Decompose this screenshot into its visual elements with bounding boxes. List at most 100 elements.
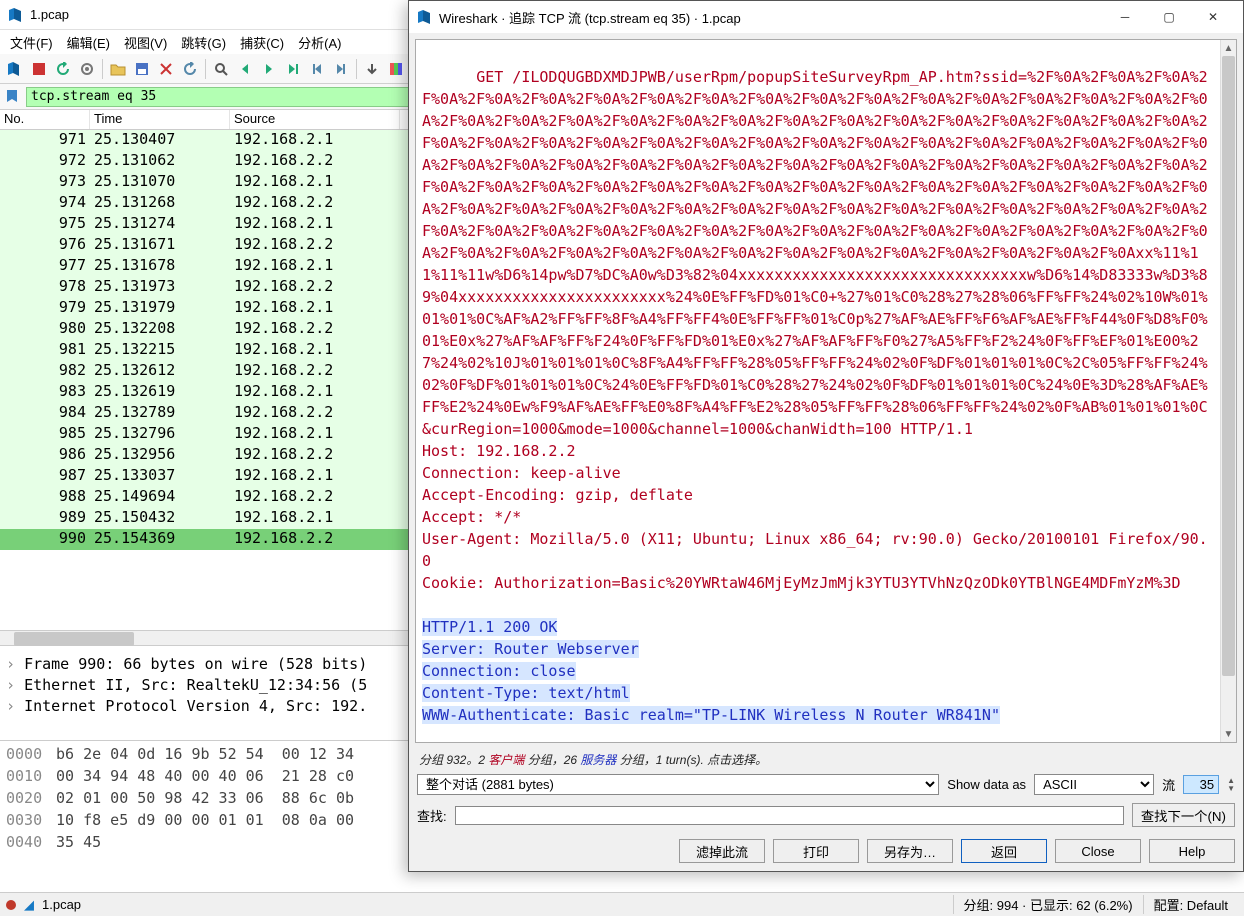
cell-source: 192.168.2.1: [230, 172, 400, 193]
cell-source: 192.168.2.2: [230, 529, 400, 550]
dialog-find-row: 查找: 查找下一个(N): [409, 799, 1243, 831]
save-file-icon[interactable]: [131, 58, 153, 80]
cell-time: 25.130407: [90, 130, 230, 151]
filter-bookmark-icon[interactable]: [4, 88, 22, 106]
cell-time: 25.132215: [90, 340, 230, 361]
capture-options-icon[interactable]: [76, 58, 98, 80]
help-button[interactable]: Help: [1149, 839, 1235, 863]
cell-source: 192.168.2.2: [230, 403, 400, 424]
cell-no: 982: [0, 361, 90, 382]
stream-stepper-icon[interactable]: ▲▼: [1227, 777, 1235, 793]
go-first-icon[interactable]: [306, 58, 328, 80]
request-text[interactable]: GET /ILODQUGBDXMDJPWB/userRpm/popupSiteS…: [422, 68, 1208, 592]
cell-source: 192.168.2.2: [230, 235, 400, 256]
menu-edit[interactable]: 编辑(E): [61, 31, 116, 54]
wireshark-fin-icon: [417, 9, 433, 25]
stats-server: 服务器: [580, 753, 616, 767]
column-header-source[interactable]: Source: [230, 110, 400, 129]
stats-client: 客户端: [488, 753, 524, 767]
auto-scroll-icon[interactable]: [361, 58, 383, 80]
go-to-packet-icon[interactable]: [282, 58, 304, 80]
stream-content-area[interactable]: GET /ILODQUGBDXMDJPWB/userRpm/popupSiteS…: [415, 39, 1237, 743]
back-button[interactable]: 返回: [961, 839, 1047, 863]
cell-time: 25.133037: [90, 466, 230, 487]
cell-no: 981: [0, 340, 90, 361]
stream-stats-label[interactable]: 分组 932。2 客户端 分组，26 服务器 分组，1 turn(s). 点击选…: [409, 749, 1243, 770]
menu-view[interactable]: 视图(V): [118, 31, 173, 54]
status-profile[interactable]: 配置: Default: [1143, 895, 1238, 914]
hex-offset: 0010: [6, 765, 56, 787]
column-header-time[interactable]: Time: [90, 110, 230, 129]
cell-no: 980: [0, 319, 90, 340]
reload-file-icon[interactable]: [179, 58, 201, 80]
cell-no: 990: [0, 529, 90, 550]
cell-no: 988: [0, 487, 90, 508]
scrollbar-thumb[interactable]: [14, 632, 134, 646]
status-packet-count: 分组: 994 · 已显示: 62 (6.2%): [953, 895, 1143, 914]
maximize-button[interactable]: ▢: [1147, 3, 1191, 31]
cell-no: 971: [0, 130, 90, 151]
go-forward-icon[interactable]: [258, 58, 280, 80]
hex-offset: 0020: [6, 787, 56, 809]
column-header-no[interactable]: No.: [0, 110, 90, 129]
cell-source: 192.168.2.1: [230, 466, 400, 487]
minimize-button[interactable]: ─: [1103, 3, 1147, 31]
go-back-icon[interactable]: [234, 58, 256, 80]
find-next-button[interactable]: 查找下一个(N): [1132, 803, 1235, 827]
cell-time: 25.132208: [90, 319, 230, 340]
filter-out-stream-button[interactable]: 滤掉此流: [679, 839, 765, 863]
stream-v-scrollbar[interactable]: ▲ ▼: [1220, 40, 1236, 742]
save-as-button[interactable]: 另存为…: [867, 839, 953, 863]
restart-capture-icon[interactable]: [52, 58, 74, 80]
cell-time: 25.150432: [90, 508, 230, 529]
conversation-select[interactable]: 整个对话 (2881 bytes): [417, 774, 939, 795]
scroll-down-icon[interactable]: ▼: [1221, 726, 1236, 742]
toolbar-separator: [102, 59, 103, 79]
status-capture-icon[interactable]: ◢: [24, 897, 34, 913]
menu-file[interactable]: 文件(F): [4, 31, 59, 54]
cell-time: 25.132619: [90, 382, 230, 403]
follow-stream-dialog: Wireshark · 追踪 TCP 流 (tcp.stream eq 35) …: [408, 0, 1244, 872]
toolbar-separator: [356, 59, 357, 79]
print-button[interactable]: 打印: [773, 839, 859, 863]
cell-no: 985: [0, 424, 90, 445]
menu-go[interactable]: 跳转(G): [175, 31, 232, 54]
start-capture-icon[interactable]: [4, 58, 26, 80]
dialog-titlebar[interactable]: Wireshark · 追踪 TCP 流 (tcp.stream eq 35) …: [409, 1, 1243, 33]
dialog-button-row: 滤掉此流 打印 另存为… 返回 Close Help: [409, 831, 1243, 871]
stop-capture-icon[interactable]: [28, 58, 50, 80]
response-text[interactable]: HTTP/1.1 200 OK Server: Router Webserver…: [422, 618, 1000, 724]
cell-time: 25.154369: [90, 529, 230, 550]
cell-no: 986: [0, 445, 90, 466]
colorize-icon[interactable]: [385, 58, 407, 80]
open-file-icon[interactable]: [107, 58, 129, 80]
cell-source: 192.168.2.2: [230, 445, 400, 466]
cell-no: 977: [0, 256, 90, 277]
menu-capture[interactable]: 捕获(C): [234, 31, 290, 54]
cell-time: 25.132796: [90, 424, 230, 445]
find-label: 查找:: [417, 806, 447, 825]
close-file-icon[interactable]: [155, 58, 177, 80]
scrollbar-thumb[interactable]: [1222, 56, 1235, 676]
stream-number-input[interactable]: [1183, 775, 1219, 794]
cell-no: 984: [0, 403, 90, 424]
show-data-as-label: Show data as: [947, 777, 1026, 792]
close-button[interactable]: Close: [1055, 839, 1141, 863]
cell-no: 989: [0, 508, 90, 529]
cell-time: 25.132612: [90, 361, 230, 382]
show-data-as-select[interactable]: ASCII: [1034, 774, 1154, 795]
status-file-label: 1.pcap: [42, 897, 81, 912]
cell-source: 192.168.2.2: [230, 193, 400, 214]
expert-info-icon[interactable]: [6, 900, 16, 910]
scroll-up-icon[interactable]: ▲: [1221, 40, 1236, 56]
cell-source: 192.168.2.2: [230, 361, 400, 382]
close-window-button[interactable]: ✕: [1191, 3, 1235, 31]
cell-source: 192.168.2.1: [230, 214, 400, 235]
cell-time: 25.131274: [90, 214, 230, 235]
find-packet-icon[interactable]: [210, 58, 232, 80]
cell-no: 987: [0, 466, 90, 487]
cell-source: 192.168.2.2: [230, 487, 400, 508]
menu-analyze[interactable]: 分析(A): [292, 31, 347, 54]
find-input[interactable]: [455, 806, 1124, 825]
go-last-icon[interactable]: [330, 58, 352, 80]
